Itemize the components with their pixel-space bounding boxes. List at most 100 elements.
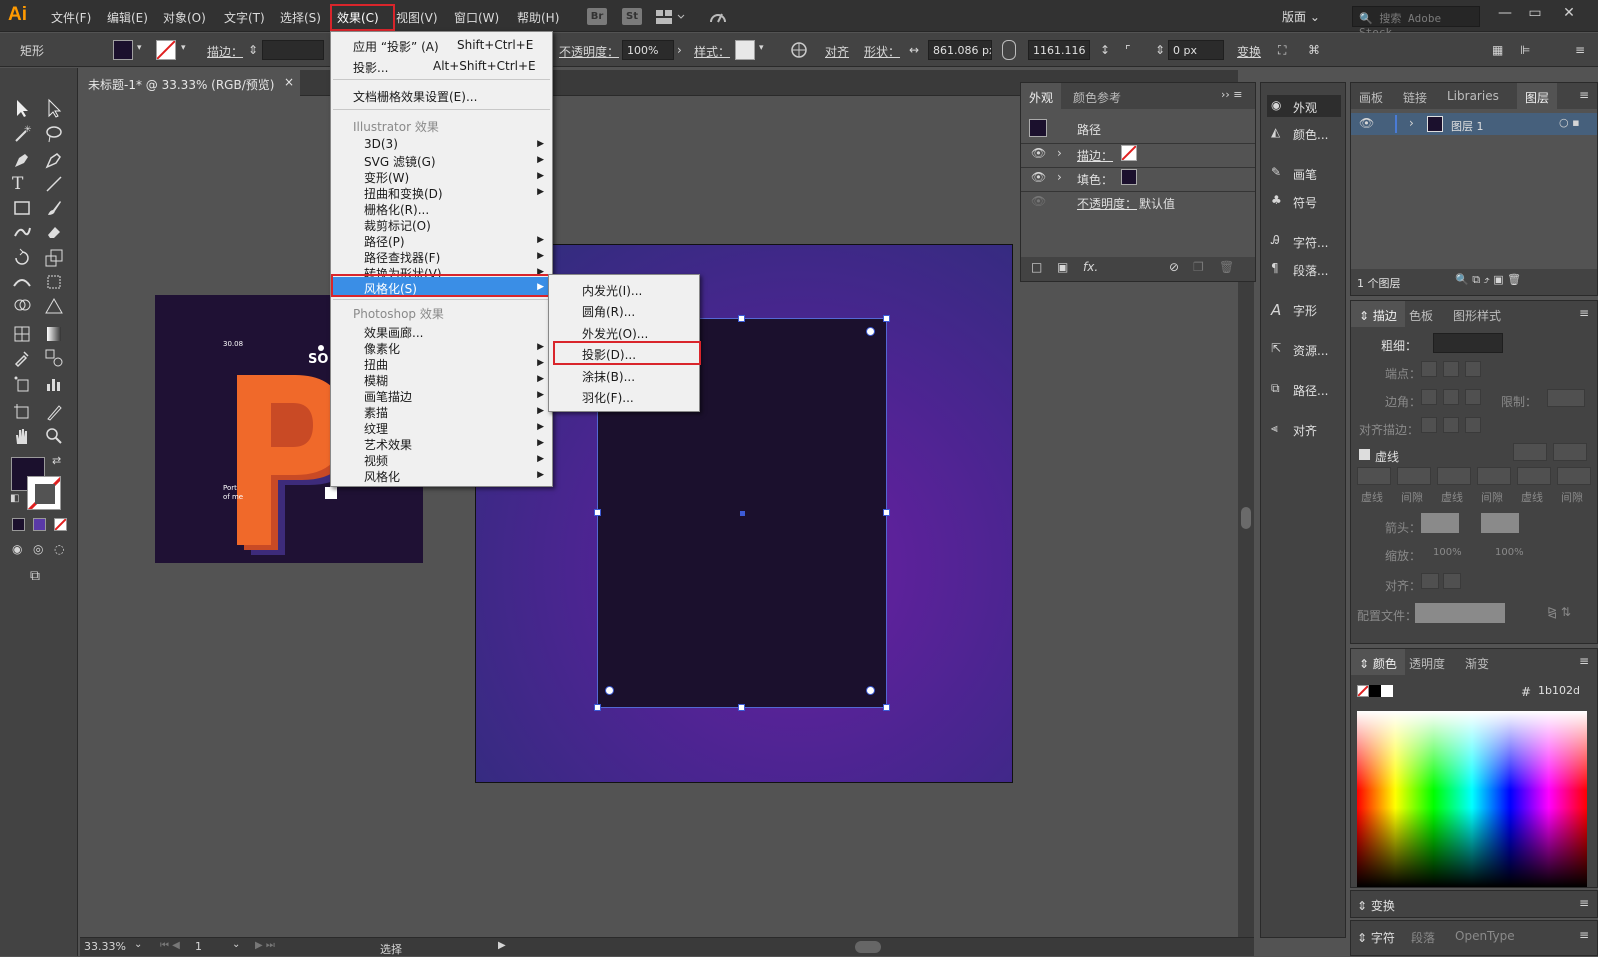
color-spectrum[interactable] <box>1357 711 1587 887</box>
last-page-icon[interactable]: ▶ ⏭ <box>255 940 275 951</box>
eye-icon[interactable]: 👁 <box>1031 170 1046 184</box>
clear-appearance-icon[interactable]: ⊘ <box>1169 260 1179 274</box>
character-menu-icon[interactable]: ≡ <box>1579 928 1589 942</box>
opacity-arrow-icon[interactable]: › <box>677 43 682 57</box>
collapse-icon[interactable]: ›› ≡ <box>1221 88 1243 101</box>
dock-character[interactable]: 字符... <box>1293 234 1328 251</box>
arrowhead-start[interactable] <box>1421 513 1459 533</box>
ps-sketch[interactable]: 素描 <box>364 404 388 421</box>
corner-stepper-icon[interactable]: ⇕ <box>1155 43 1165 57</box>
transform-menu-icon[interactable]: ≡ <box>1579 896 1589 910</box>
handle-top-middle[interactable] <box>738 315 745 322</box>
stylize-scribble[interactable]: 涂抹(B)... <box>582 368 635 385</box>
dock-brushes[interactable]: 画笔 <box>1293 166 1317 183</box>
lasso-tool-icon[interactable] <box>44 124 70 148</box>
ps-brush-strokes[interactable]: 画笔描边 <box>364 388 412 405</box>
eyedropper-tool-icon[interactable] <box>12 348 38 372</box>
fill-row-swatch[interactable] <box>1121 169 1137 185</box>
tab-layers[interactable]: 图层 <box>1517 83 1558 109</box>
cap-butt-icon[interactable] <box>1421 361 1437 377</box>
document-tab[interactable]: 未标题-1* @ 33.33% (RGB/预览) × <box>80 70 300 96</box>
weight-field[interactable] <box>1433 333 1503 353</box>
eraser-tool-icon[interactable] <box>44 222 70 246</box>
hex-field[interactable]: 1b102d <box>1533 680 1593 700</box>
layer-footer-icons[interactable]: 🔍 ⧉ ⤴ ▣ 🗑 <box>1455 273 1521 287</box>
gap-field-1[interactable] <box>1397 467 1431 485</box>
dash-field-3[interactable] <box>1517 467 1551 485</box>
dock-symbols[interactable]: 符号 <box>1293 194 1317 211</box>
dock-pathfinder[interactable]: 路径... <box>1293 382 1328 399</box>
perspective-grid-tool-icon[interactable] <box>44 296 70 320</box>
corner-type-icon[interactable]: ⌜ <box>1125 43 1131 57</box>
transform-tab[interactable]: ⇕ 变换 <box>1357 897 1395 914</box>
expand-stroke-icon[interactable]: › <box>1057 146 1062 160</box>
transform-label[interactable]: 变换 <box>1237 43 1261 60</box>
menu-edit[interactable]: 编辑(E) <box>107 9 148 26</box>
align-center-icon[interactable] <box>1421 417 1437 433</box>
effect-pathfinder[interactable]: 路径查找器(F) <box>364 249 440 266</box>
corner-miter-icon[interactable] <box>1421 389 1437 405</box>
black-color-icon[interactable] <box>1369 685 1381 697</box>
layer-eye-icon[interactable]: 👁 <box>1359 116 1374 130</box>
arrange-documents-icon[interactable] <box>656 9 686 25</box>
type-tool-icon[interactable]: T <box>12 174 38 198</box>
paragraph-tab[interactable]: 段落 <box>1411 929 1435 946</box>
appearance-dock-icon[interactable]: ◉ <box>1271 98 1281 112</box>
default-colors-icon[interactable]: ◧ <box>10 493 19 504</box>
layer-target-icon[interactable]: ○ ▪ <box>1559 116 1580 129</box>
magic-wand-tool-icon[interactable]: ✳ <box>12 124 38 148</box>
close-document-icon[interactable]: × <box>284 75 294 89</box>
style-swatch[interactable] <box>735 40 755 60</box>
close-window-button[interactable]: ✕ <box>1556 3 1582 23</box>
color-mode-icon[interactable] <box>12 518 25 531</box>
pathfinder-dock-icon[interactable]: ⧉ <box>1271 381 1280 396</box>
stroke-color-box[interactable] <box>27 476 61 510</box>
ps-blur[interactable]: 模糊 <box>364 372 388 389</box>
horizontal-scroll-thumb[interactable] <box>855 941 881 953</box>
document-raster-settings[interactable]: 文档栅格效果设置(E)... <box>353 88 477 105</box>
style-label[interactable]: 样式： <box>694 43 730 60</box>
bridge-button[interactable]: Br <box>587 8 607 25</box>
shaper-tool-icon[interactable] <box>12 222 38 246</box>
effect-crop-marks[interactable]: 裁剪标记(O) <box>364 217 431 234</box>
menu-object[interactable]: 对象(O) <box>163 9 206 26</box>
constrain-proportions-icon[interactable] <box>1002 40 1016 60</box>
fill-swatch[interactable] <box>113 40 133 60</box>
ps-texture[interactable]: 纹理 <box>364 420 388 437</box>
first-page-icon[interactable]: ⏮ ◀ <box>160 940 180 951</box>
stroke-weight-field[interactable] <box>262 40 324 60</box>
stroke-menu-icon[interactable]: ≡ <box>1579 306 1589 320</box>
cap-square-icon[interactable] <box>1465 361 1481 377</box>
blend-tool-icon[interactable] <box>44 348 70 372</box>
ps-pixelate[interactable]: 像素化 <box>364 340 400 357</box>
menu-file[interactable]: 文件(F) <box>51 9 91 26</box>
mesh-tool-icon[interactable] <box>12 324 38 348</box>
gap-field-3[interactable] <box>1557 467 1591 485</box>
opacity-row-label[interactable]: 不透明度： <box>1077 195 1137 212</box>
hand-tool-icon[interactable] <box>12 426 38 450</box>
menu-help[interactable]: 帮助(H) <box>517 9 559 26</box>
zoom-level[interactable]: 33.33% <box>84 940 126 953</box>
tab-appearance[interactable]: 外观 <box>1021 83 1062 109</box>
tab-swatches[interactable]: 色板 <box>1401 301 1441 327</box>
effect-rasterize[interactable]: 栅格化(R)... <box>364 201 429 218</box>
add-fill-icon[interactable]: ▣ <box>1057 260 1068 274</box>
scale-end-value[interactable]: 100% <box>1495 547 1524 558</box>
layer-name[interactable]: 图层 1 <box>1451 118 1484 134</box>
width-field[interactable]: 861.086 px <box>928 40 992 60</box>
gpu-performance-icon[interactable] <box>708 8 728 26</box>
duplicate-icon[interactable]: ❐ <box>1193 260 1204 274</box>
adobe-stock-search[interactable]: 🔍 搜索 Adobe Stock <box>1352 6 1480 39</box>
corner-radius-field[interactable]: 0 px <box>1168 40 1224 60</box>
free-transform-tool-icon[interactable] <box>44 272 70 296</box>
dock-align[interactable]: 对齐 <box>1293 422 1317 439</box>
dock-assets[interactable]: 资源... <box>1293 342 1328 359</box>
corner-widget-top-right[interactable] <box>866 327 875 336</box>
vertical-scroll-thumb[interactable] <box>1241 507 1251 529</box>
paragraph-dock-icon[interactable]: ¶ <box>1271 261 1279 275</box>
last-effect-dialog[interactable]: 投影... <box>353 59 388 76</box>
corner-bevel-icon[interactable] <box>1465 389 1481 405</box>
curvature-tool-icon[interactable] <box>44 150 70 174</box>
eye-icon[interactable]: 👁 <box>1031 146 1046 160</box>
fill-dropdown-icon[interactable]: ▾ <box>137 43 142 53</box>
